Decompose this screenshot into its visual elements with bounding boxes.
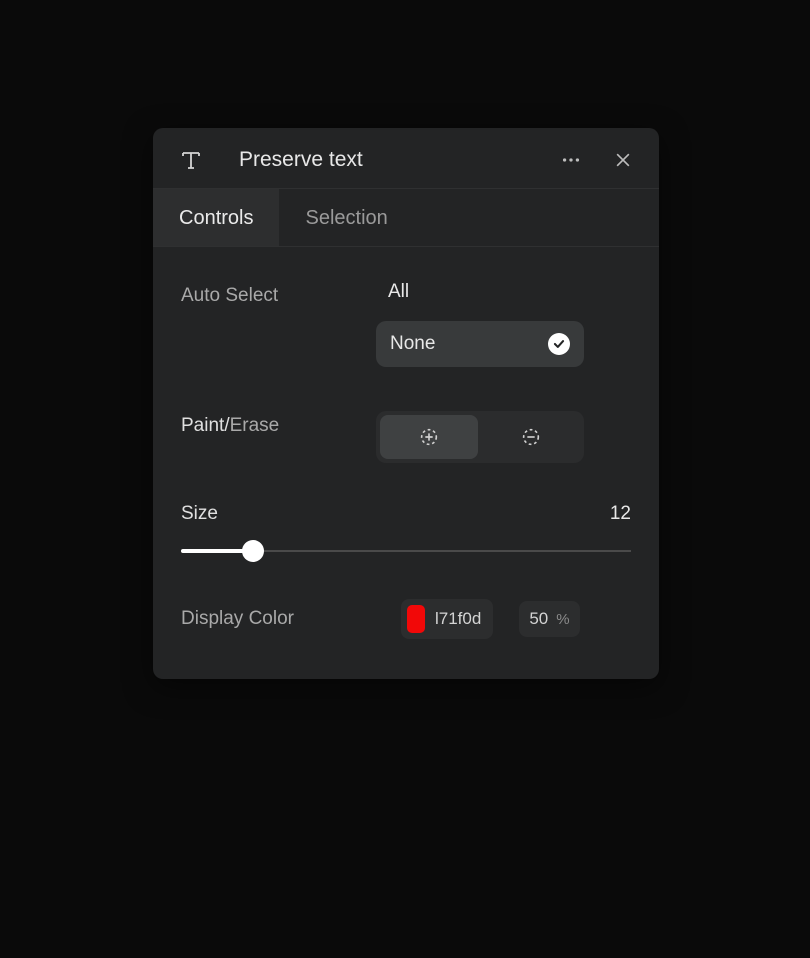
slider-thumb[interactable] <box>242 540 264 562</box>
more-icon[interactable] <box>559 148 583 172</box>
preserve-text-panel: Preserve text Controls Selection Auto Se… <box>153 128 659 679</box>
text-icon <box>177 148 205 172</box>
auto-select-row: Auto Select All None <box>181 281 631 367</box>
panel-title: Preserve text <box>239 148 559 172</box>
size-value: 12 <box>610 503 631 525</box>
opacity-unit: % <box>556 611 569 628</box>
auto-select-label: Auto Select <box>181 281 376 307</box>
erase-button[interactable] <box>482 415 580 459</box>
size-slider[interactable] <box>181 539 631 563</box>
close-icon[interactable] <box>611 148 635 172</box>
size-section: Size 12 <box>181 503 631 563</box>
display-color-row: Display Color l71f0d 50 % <box>181 599 631 639</box>
paint-button[interactable] <box>380 415 478 459</box>
paint-erase-row: Paint/Erase <box>181 411 631 463</box>
check-icon <box>548 333 570 355</box>
color-swatch <box>407 605 425 633</box>
size-label: Size <box>181 503 218 525</box>
opacity-value: 50 <box>529 609 548 629</box>
color-hex: l71f0d <box>435 609 481 629</box>
tabs: Controls Selection <box>153 189 659 247</box>
display-color-label: Display Color <box>181 608 401 630</box>
tab-selection[interactable]: Selection <box>279 189 413 246</box>
auto-select-all[interactable]: All <box>376 281 584 303</box>
paint-erase-toggle <box>376 411 584 463</box>
auto-select-none[interactable]: None <box>376 321 584 367</box>
color-picker[interactable]: l71f0d <box>401 599 493 639</box>
panel-header: Preserve text <box>153 128 659 189</box>
tab-controls[interactable]: Controls <box>153 189 279 246</box>
opacity-input[interactable]: 50 % <box>519 601 579 637</box>
auto-select-none-label: None <box>390 333 435 355</box>
paint-erase-label: Paint/Erase <box>181 411 376 437</box>
